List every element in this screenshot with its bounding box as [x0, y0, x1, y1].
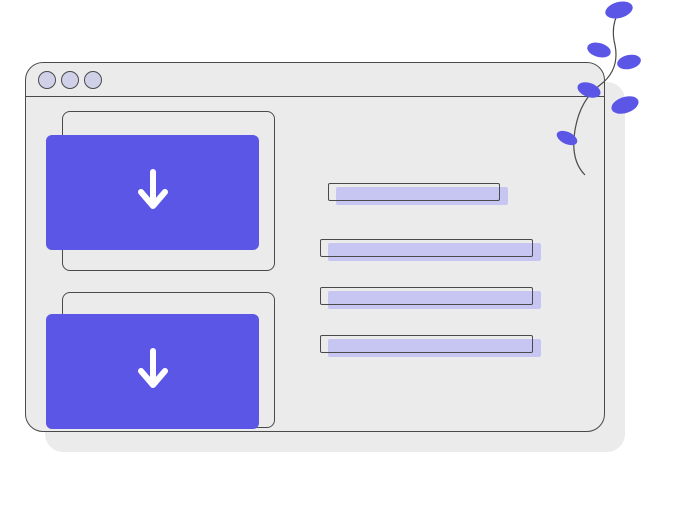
text-placeholder-line: [306, 183, 604, 205]
download-arrow-icon: [134, 347, 172, 396]
plant-decoration: [545, 0, 665, 180]
window-control-minimize[interactable]: [61, 71, 79, 89]
app-window: [25, 62, 605, 432]
window-content: [26, 97, 604, 431]
left-column: [26, 97, 306, 431]
window-control-maximize[interactable]: [84, 71, 102, 89]
text-placeholder-line: [306, 335, 604, 357]
text-placeholder-line: [306, 287, 604, 309]
download-card[interactable]: [46, 135, 259, 250]
text-placeholder-line: [306, 239, 604, 261]
titlebar: [26, 63, 604, 97]
download-arrow-icon: [134, 168, 172, 217]
download-card[interactable]: [46, 314, 259, 429]
window-control-close[interactable]: [38, 71, 56, 89]
